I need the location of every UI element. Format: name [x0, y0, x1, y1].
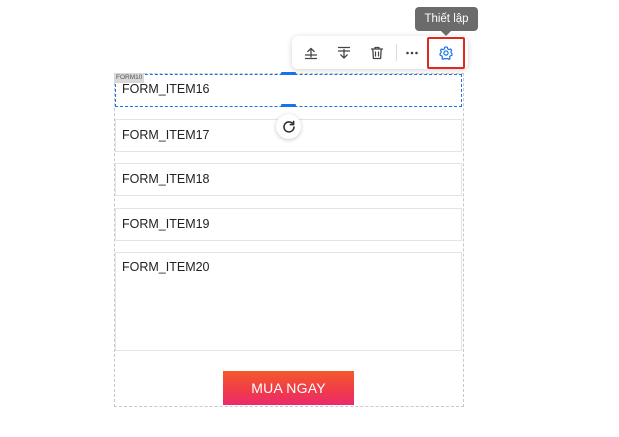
form-field-textarea[interactable]: FORM_ITEM20: [115, 252, 462, 351]
field-label: FORM_ITEM16: [122, 82, 210, 96]
delete-button[interactable]: [364, 36, 390, 69]
move-down-icon: [337, 46, 351, 59]
move-up-icon: [304, 47, 318, 59]
rotate-button[interactable]: [276, 114, 301, 139]
more-button[interactable]: [399, 36, 425, 69]
resize-handle-top[interactable]: [281, 72, 296, 75]
settings-icon: [439, 46, 453, 60]
form-field-selected[interactable]: FORM_ITEM16: [115, 74, 462, 107]
settings-button[interactable]: [427, 37, 465, 69]
form-tag: FORM10: [114, 73, 145, 83]
move-up-button[interactable]: [298, 36, 324, 69]
form-field[interactable]: FORM_ITEM19: [115, 208, 462, 241]
field-label: FORM_ITEM18: [122, 172, 210, 186]
rotate-icon: [282, 120, 295, 133]
toolbar-divider: [396, 44, 397, 61]
move-down-button[interactable]: [331, 36, 357, 69]
buy-now-button[interactable]: MUA NGAY: [223, 371, 354, 405]
tooltip-arrow: [441, 31, 451, 36]
more-icon: [406, 51, 418, 54]
field-label: FORM_ITEM19: [122, 217, 210, 231]
field-label: FORM_ITEM17: [122, 128, 210, 142]
settings-tooltip: Thiết lập: [415, 7, 478, 31]
resize-handle-bottom[interactable]: [281, 104, 296, 107]
form-field[interactable]: FORM_ITEM18: [115, 163, 462, 196]
field-label: FORM_ITEM20: [122, 260, 210, 274]
delete-icon: [370, 46, 384, 59]
